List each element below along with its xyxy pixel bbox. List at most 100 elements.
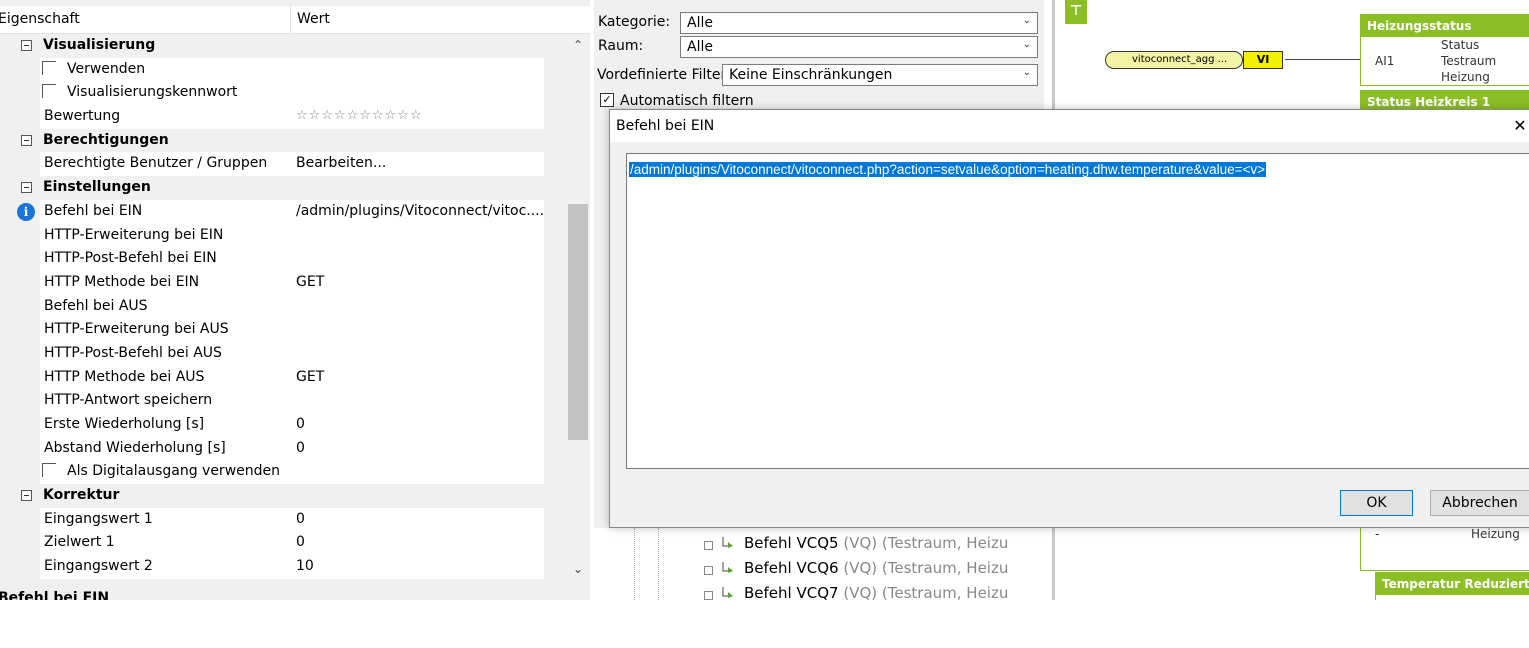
property-row-eingangswert1[interactable]: Eingangswert 1 0: [0, 507, 566, 532]
tree-item-detail: (VQ) (Testraum, Heizu: [843, 584, 1009, 600]
object-tree: Befehl VCQ5 (VQ) (Testraum, Heizu Befehl…: [594, 528, 1044, 600]
pin-icon[interactable]: ⊤: [1065, 0, 1087, 24]
property-row-befehl-aus[interactable]: Befehl bei AUS: [0, 294, 566, 319]
scroll-up-icon[interactable]: ⌃: [566, 38, 590, 52]
expand-icon[interactable]: [704, 566, 713, 575]
checkbox[interactable]: [42, 60, 56, 75]
tree-item-detail: (VQ) (Testraum, Heizu: [843, 559, 1009, 577]
property-row-digitalausgang[interactable]: Als Digitalausgang verwenden: [0, 460, 566, 485]
close-icon[interactable]: ✕: [1510, 116, 1529, 135]
raum-value: Alle: [687, 39, 713, 55]
kategorie-select[interactable]: Alle ⌄: [680, 12, 1038, 34]
auto-filter-checkbox[interactable]: ✓: [600, 93, 614, 107]
property-label: Verwenden: [67, 60, 146, 77]
property-row-http-methode-ein[interactable]: HTTP Methode bei EIN GET: [0, 270, 566, 295]
property-row-abstand-wdh[interactable]: Abstand Wiederholung [s] 0: [0, 436, 566, 461]
group-berechtigungen[interactable]: Berechtigungen: [0, 129, 566, 153]
connection-wire[interactable]: [1285, 59, 1365, 60]
property-label: Erste Wiederholung [s]: [44, 416, 205, 432]
property-value: 0: [296, 439, 305, 456]
scroll-thumb[interactable]: [568, 204, 588, 440]
heizungsstatus-node[interactable]: Heizungsstatus Status AI1 Testraum Heizu…: [1360, 14, 1529, 86]
group-label: Korrektur: [43, 487, 120, 504]
info-icon: i: [17, 202, 35, 221]
property-row-berechtigte[interactable]: Berechtigte Benutzer / Gruppen Bearbeite…: [0, 152, 566, 177]
column-header-value[interactable]: Wert: [297, 11, 330, 27]
property-value: GET: [296, 273, 325, 290]
group-einstellungen[interactable]: Einstellungen: [0, 176, 566, 200]
node-type: Heizung: [1441, 70, 1490, 84]
property-description: Befehl bei EIN: [0, 588, 590, 600]
column-header-property[interactable]: Eigenschaft: [0, 11, 80, 27]
ok-button[interactable]: OK: [1340, 490, 1413, 516]
dialog-titlebar[interactable]: Befehl bei EIN ✕: [610, 110, 1529, 142]
property-grid-header: Eigenschaft Wert: [0, 6, 590, 34]
tree-item[interactable]: Befehl VCQ7 (VQ) (Testraum, Heizu: [744, 584, 1008, 600]
command-textarea[interactable]: /admin/plugins/Vitoconnect/vitoconnect.p…: [626, 153, 1529, 469]
collapse-icon[interactable]: [21, 490, 32, 502]
tree-item-name: Befehl VCQ7: [744, 584, 839, 600]
property-label: Eingangswert 1: [44, 510, 153, 527]
group-korrektur[interactable]: Korrektur: [0, 484, 566, 508]
expand-icon[interactable]: [704, 541, 713, 550]
property-row-http-antwort[interactable]: HTTP-Antwort speichern: [0, 389, 566, 413]
collapse-icon[interactable]: [21, 40, 32, 51]
property-scrollbar[interactable]: ⌃ ⌄: [566, 34, 590, 586]
property-label: Visualisierungskennwort: [67, 84, 238, 101]
vitoconnect-block[interactable]: vitoconnect_agg ... VI: [1105, 51, 1283, 69]
column-separator[interactable]: [290, 6, 291, 34]
chevron-down-icon[interactable]: ⌄: [1023, 15, 1031, 26]
chevron-down-icon[interactable]: ⌄: [1023, 39, 1031, 50]
group-visualisierung[interactable]: Visualisierung: [0, 34, 566, 58]
tree-item-name: Befehl VCQ5: [744, 534, 839, 552]
property-row-eingangswert2[interactable]: Eingangswert 2 10: [0, 555, 566, 579]
chevron-down-icon[interactable]: ⌄: [1023, 67, 1031, 78]
collapse-icon[interactable]: [21, 182, 32, 194]
collapse-icon[interactable]: [21, 134, 32, 146]
expand-icon[interactable]: [704, 591, 713, 600]
property-row-http-erw-aus[interactable]: HTTP-Erweiterung bei AUS: [0, 318, 566, 342]
raum-select[interactable]: Alle ⌄: [680, 36, 1038, 58]
checkbox[interactable]: [42, 463, 56, 478]
property-value[interactable]: Bearbeiten...: [296, 155, 386, 171]
rating-stars[interactable]: ☆☆☆☆☆☆☆☆☆☆: [296, 108, 423, 123]
property-label: Bewertung: [44, 108, 121, 125]
node-input[interactable]: -: [1375, 527, 1379, 541]
status-node[interactable]: - Heizung: [1360, 527, 1529, 571]
property-row-http-post-aus[interactable]: HTTP-Post-Befehl bei AUS: [0, 341, 566, 366]
scroll-down-icon[interactable]: ⌄: [566, 562, 590, 576]
property-label: HTTP-Post-Befehl bei EIN: [44, 250, 217, 267]
kategorie-value: Alle: [687, 15, 713, 31]
befehl-dialog: Befehl bei EIN ✕ /admin/plugins/Vitoconn…: [609, 109, 1529, 528]
output-arrow-icon: [722, 562, 733, 573]
property-row-http-methode-aus[interactable]: HTTP Methode bei AUS GET: [0, 365, 566, 390]
property-row-erste-wdh[interactable]: Erste Wiederholung [s] 0: [0, 413, 566, 437]
tree-item[interactable]: Befehl VCQ6 (VQ) (Testraum, Heizu: [744, 559, 1008, 577]
property-row-bewertung[interactable]: Bewertung ☆☆☆☆☆☆☆☆☆☆: [0, 105, 566, 129]
tree-item[interactable]: Befehl VCQ5 (VQ) (Testraum, Heizu: [744, 534, 1008, 552]
property-label: HTTP-Erweiterung bei EIN: [44, 226, 224, 243]
property-label: Zielwert 1: [44, 534, 115, 551]
checkbox[interactable]: [42, 84, 56, 99]
raum-label: Raum:: [598, 38, 644, 54]
group-label: Berechtigungen: [43, 131, 169, 148]
property-value[interactable]: /admin/plugins/Vitoconnect/vitoc....: [296, 203, 544, 219]
heizkreis-node[interactable]: Status Heizkreis 1: [1360, 90, 1529, 113]
block-port[interactable]: VI: [1243, 51, 1283, 69]
vordefiniert-select[interactable]: Keine Einschränkungen ⌄: [722, 64, 1038, 86]
property-row-verwenden[interactable]: Verwenden: [0, 57, 566, 82]
property-row-zielwert1[interactable]: Zielwert 1 0: [0, 531, 566, 556]
property-row-befehl-ein[interactable]: i Befehl bei EIN /admin/plugins/Vitoconn…: [0, 199, 566, 224]
group-label: Einstellungen: [43, 179, 151, 196]
property-row-http-post-ein[interactable]: HTTP-Post-Befehl bei EIN: [0, 247, 566, 271]
property-label: Als Digitalausgang verwenden: [67, 463, 281, 480]
cancel-button[interactable]: Abbrechen: [1430, 490, 1529, 516]
node-input[interactable]: AI1: [1375, 54, 1394, 68]
property-value: 10: [296, 558, 314, 575]
auto-filter-label[interactable]: Automatisch filtern: [620, 93, 754, 109]
command-text-selection[interactable]: /admin/plugins/Vitoconnect/vitoconnect.p…: [629, 162, 1267, 177]
node-room: Testraum: [1441, 54, 1497, 68]
temperatur-node[interactable]: Temperatur Reduzierte: [1375, 572, 1529, 600]
property-row-vis-kennwort[interactable]: Visualisierungskennwort: [0, 81, 566, 106]
property-row-http-erw-ein[interactable]: HTTP-Erweiterung bei EIN: [0, 223, 566, 248]
